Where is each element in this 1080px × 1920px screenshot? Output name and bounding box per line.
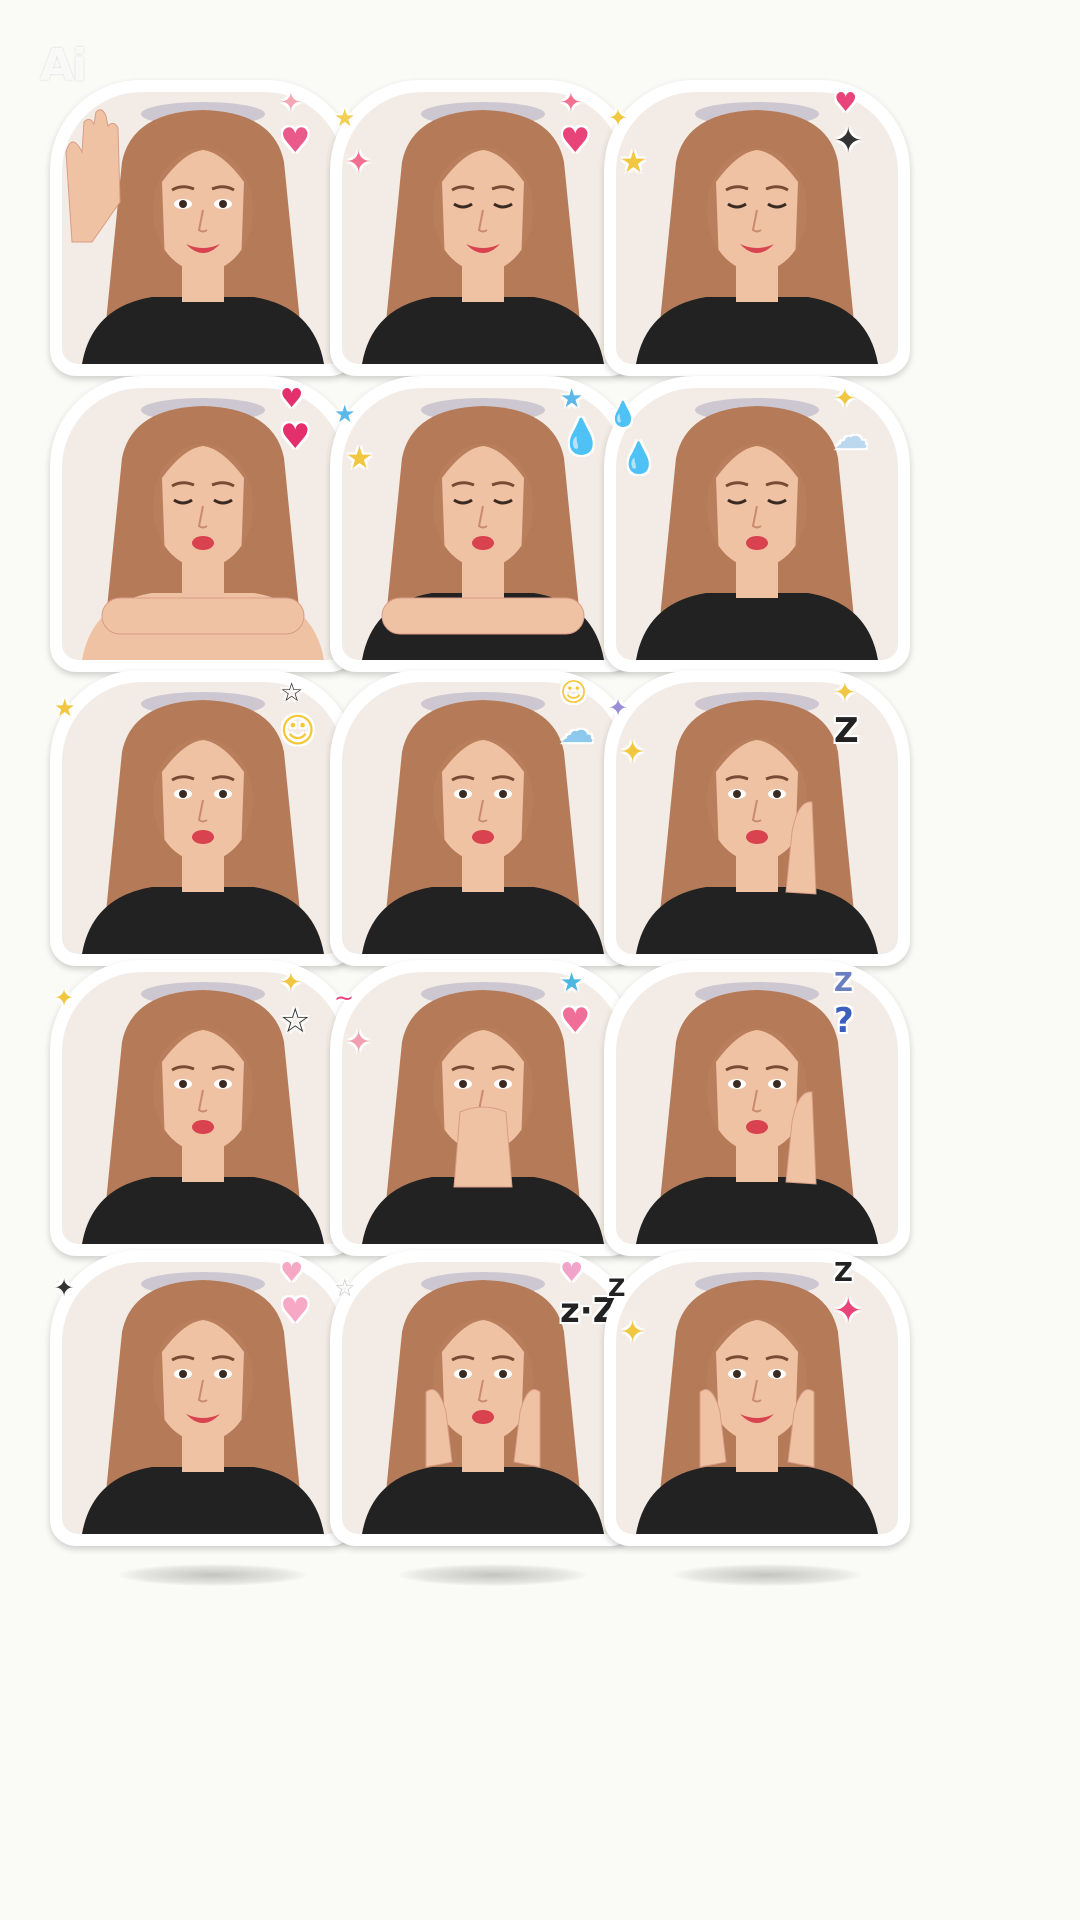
star-icon: ✦ xyxy=(620,1315,646,1350)
star-icon: ✦ xyxy=(620,735,646,770)
question-icon: ? xyxy=(834,1001,854,1041)
star-icon: ★ xyxy=(334,400,356,428)
heart-icon: ♥ xyxy=(280,1291,311,1331)
rain-cloud-icon: ☁ xyxy=(560,711,594,751)
star-icon: ✦ xyxy=(834,121,863,161)
heart-icon: ♥ xyxy=(280,121,311,161)
star-icon: ★ xyxy=(54,694,76,722)
heart-icon: ♥ xyxy=(280,417,311,457)
heart-icon: ♥ xyxy=(560,121,591,161)
smiley-icon: ☺ xyxy=(280,711,316,751)
sticker-wink-arms-crossed[interactable]: ♥ ♥ xyxy=(44,358,364,678)
star-icon: ✦ xyxy=(346,1025,372,1060)
swirl-icon: ~ xyxy=(334,984,355,1012)
heart-icon: ♥ xyxy=(560,1258,584,1288)
sleep-z-icon: Z xyxy=(834,711,859,751)
star-icon: ☆ xyxy=(280,678,304,708)
sleep-z-icon: Z xyxy=(834,968,853,998)
star-icon: ☆ xyxy=(334,1274,356,1302)
sticker-photo xyxy=(616,972,898,1244)
smiley-icon: ☺ xyxy=(560,678,588,708)
sticker-cell[interactable]: Z ✦ Z ✦ xyxy=(592,1232,932,1592)
star-icon: ✦ xyxy=(834,678,856,708)
star-icon: ★ xyxy=(620,145,647,180)
star-icon: ✦ xyxy=(608,104,629,132)
sticker-grid: ✦ ♥ ✦ ♥ ★ ✦ ♥ ✦ ✦ ★ ♥ ♥ ★ 💧 ★ ★ ✦ ☁ 💧 💧 ☆ ☺ ★ ☺ ☁ ✦ Z ✦ ✦ ✦ ☆ ✦ ★ ♥ ~ ✦ Z? ♥ ♥… xyxy=(0,0,1080,1920)
heart-icon: ♥ xyxy=(280,384,304,414)
sticker-thinking[interactable]: Z? xyxy=(598,942,918,1262)
sticker-hands-on-cheeks-smile[interactable]: Z ✦ Z ✦ xyxy=(598,1232,918,1552)
sticker-bored-hand-cheek[interactable]: ✦ Z ✦ ✦ xyxy=(598,652,918,972)
droplet-icon: 💧 xyxy=(620,441,658,476)
star-icon: ★ xyxy=(334,104,356,132)
star-icon: ✦ xyxy=(560,88,582,118)
droplet-icon: 💧 xyxy=(608,400,638,428)
star-icon: ★ xyxy=(346,441,373,476)
heart-icon: ♥ xyxy=(560,1001,591,1041)
sticker-neutral[interactable]: ✦ ☆ ✦ xyxy=(44,942,364,1262)
star-icon: ✦ xyxy=(346,145,372,180)
star-icon: ★ xyxy=(560,968,584,998)
star-icon: ✦ xyxy=(608,694,629,722)
star-icon: ✦ xyxy=(54,1274,75,1302)
heart-icon: ♥ xyxy=(280,1258,304,1288)
star-icon: ✦ xyxy=(834,384,856,414)
sticker-shadow xyxy=(398,1564,588,1586)
sticker-pout[interactable]: ☆ ☺ ★ xyxy=(44,652,364,972)
star-icon: ☆ xyxy=(280,1001,311,1041)
sticker-eyes-closed-smile[interactable]: ♥ ✦ ✦ ★ xyxy=(598,62,918,382)
sticker-shadow xyxy=(118,1564,308,1586)
sleep-z-icon: Z xyxy=(608,1274,626,1302)
star-icon: ✦ xyxy=(280,88,302,118)
heart-icon: ♥ xyxy=(834,88,858,118)
star-icon: ✦ xyxy=(54,984,75,1012)
sticker-waving-smile[interactable]: ✦ ♥ xyxy=(44,62,364,382)
star-icon: ✦ xyxy=(280,968,302,998)
sticker-soft-smile[interactable]: ♥ ♥ ✦ xyxy=(44,1232,364,1552)
person-portrait xyxy=(636,982,878,1244)
star-icon: ✦ xyxy=(834,1291,863,1331)
sleep-z-icon: Z xyxy=(834,1258,853,1288)
star-icon: ★ xyxy=(560,384,584,414)
sticker-wink-pout[interactable]: ✦ ☁ 💧 💧 xyxy=(598,358,918,678)
cloud-icon: ☁ xyxy=(834,417,868,457)
sticker-shadow xyxy=(672,1564,862,1586)
